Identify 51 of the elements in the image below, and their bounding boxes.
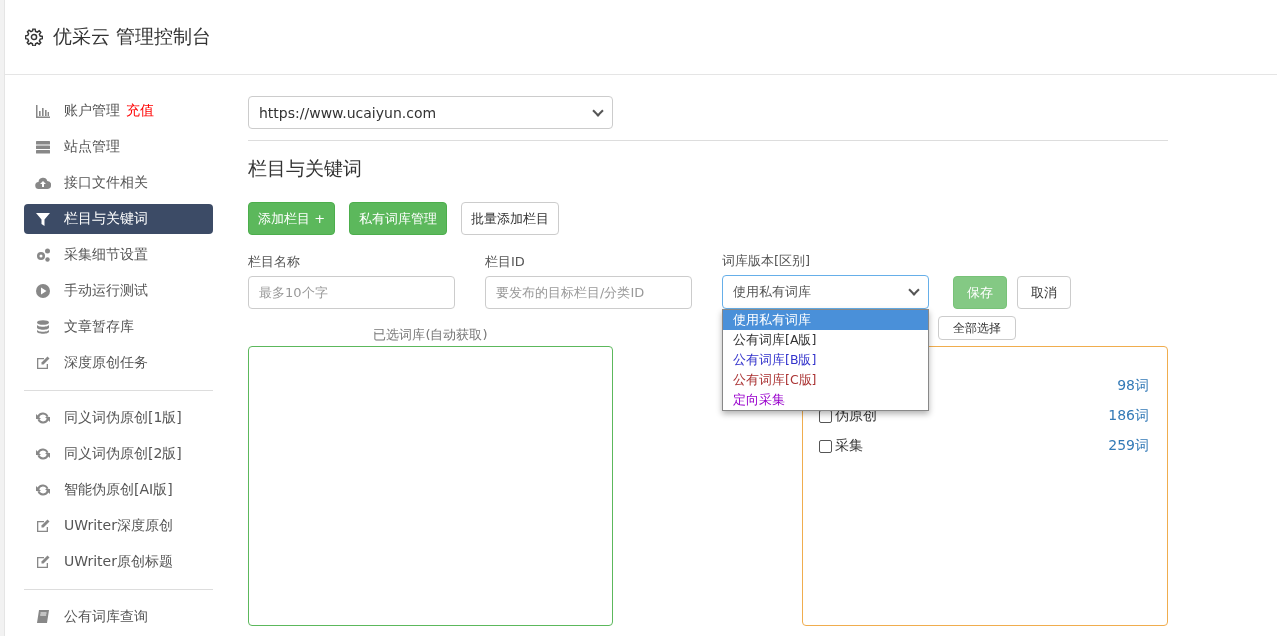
dropdown-option[interactable]: 公有词库[B版] (723, 350, 928, 370)
name-field[interactable]: 最多10个字 (248, 276, 455, 309)
section-title: 栏目与关键词 (248, 156, 363, 181)
section-label: 已选词库(自动获取) (373, 326, 488, 344)
sidebar-item[interactable]: 采集细节设置 (24, 240, 213, 270)
edit-icon (35, 518, 51, 534)
settings-icon (25, 28, 43, 46)
sidebar-item[interactable]: 手动运行测试 (24, 276, 213, 306)
app-title: 优采云 管理控制台 (53, 24, 212, 49)
sidebar-item[interactable]: UWriter原创标题 (24, 547, 213, 577)
library-name: 采集 (835, 437, 863, 455)
recharge-link[interactable]: 充值 (126, 102, 154, 120)
sidebar-item[interactable]: UWriter深度原创 (24, 511, 213, 541)
edit-icon (35, 554, 51, 570)
field-label: 栏目ID (485, 253, 526, 271)
sidebar-item[interactable]: 同义词伪原创[1版] (24, 403, 213, 433)
sidebar-item[interactable]: 站点管理 (24, 132, 213, 162)
sidebar-item[interactable]: 深度原创任务 (24, 348, 213, 378)
filter-icon (35, 211, 51, 227)
dropdown-option[interactable]: 公有词库[A版] (723, 330, 928, 350)
field-label: 栏目名称 (248, 253, 301, 271)
refresh-icon (35, 482, 51, 498)
bar-chart-icon (35, 103, 51, 119)
id-field[interactable]: 要发布的目标栏目/分类ID (485, 276, 692, 309)
field-label: 词库版本[区别] (722, 252, 812, 270)
sidebar-item[interactable]: 公有词库查询 (24, 602, 213, 632)
edit-icon (35, 355, 51, 371)
dropdown-option[interactable]: 公有词库[C版] (723, 370, 928, 390)
toolbar-button[interactable]: 批量添加栏目 (461, 202, 560, 235)
database-icon (35, 319, 51, 335)
gears-icon (35, 247, 51, 263)
play-icon (35, 283, 51, 299)
refresh-icon (35, 410, 51, 426)
sidebar-item[interactable]: 智能伪原创[AI版] (24, 475, 213, 505)
word-count[interactable]: 186词 (1108, 407, 1149, 425)
select-all-button[interactable]: 全部选择 (938, 316, 1016, 340)
book-icon (35, 609, 51, 625)
cancel-button[interactable]: 取消 (1017, 276, 1071, 309)
word-count[interactable]: 98词 (1117, 377, 1149, 395)
refresh-icon (35, 446, 51, 462)
sidebar-item[interactable]: 文章暂存库 (24, 312, 213, 342)
site-select[interactable]: https://www.ucaiyun.com (248, 96, 613, 129)
checkbox[interactable] (819, 439, 832, 453)
word-count[interactable]: 259词 (1108, 437, 1149, 455)
server-icon (35, 139, 51, 155)
sidebar-item[interactable]: 账户管理 充值 (24, 96, 213, 126)
dropdown-option[interactable]: 定向采集 (723, 390, 928, 410)
sidebar-item[interactable]: 接口文件相关 (24, 168, 213, 198)
sidebar-item[interactable]: 栏目与关键词 (24, 204, 213, 234)
cloud-upload-icon (35, 175, 51, 191)
sidebar-item[interactable]: 同义词伪原创[2版] (24, 439, 213, 469)
